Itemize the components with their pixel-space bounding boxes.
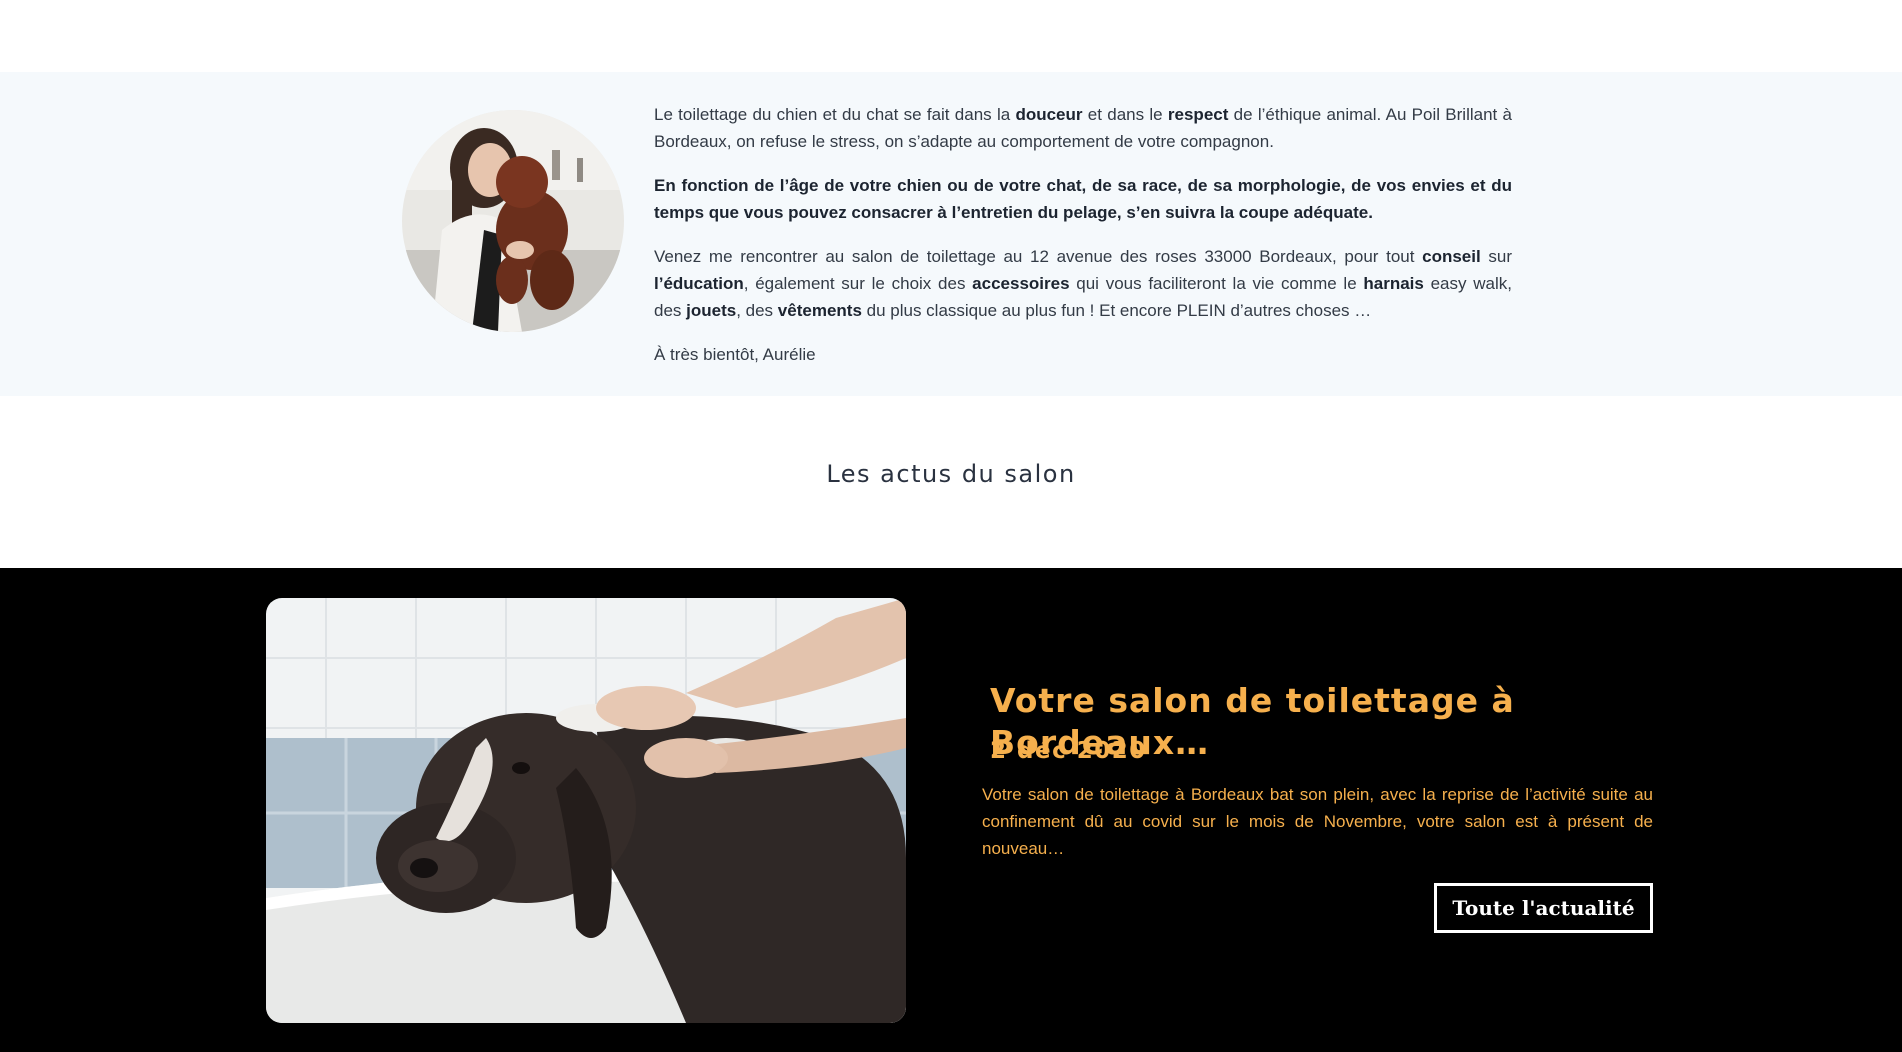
- owner-avatar-image: [402, 110, 624, 332]
- intro-paragraph-2: En fonction de l’âge de votre chien ou d…: [654, 176, 1512, 222]
- all-news-button[interactable]: Toute l'actualité: [1434, 883, 1653, 933]
- text-fragment: du plus classique au plus fun ! Et encor…: [861, 301, 1372, 320]
- text-fragment: Venez me rencontrer au salon de toiletta…: [654, 247, 1423, 266]
- news-article-image[interactable]: [266, 598, 906, 1023]
- bold-douceur: douceur: [1015, 105, 1083, 124]
- news-section: Votre salon de toilettage à Bordeaux… 2 …: [0, 568, 1902, 1052]
- bold-vetements: vêtements: [777, 301, 862, 320]
- intro-section: Le toilettage du chien et du chat se fai…: [0, 72, 1902, 396]
- bold-harnais: harnais: [1363, 274, 1424, 293]
- news-section-title: Les actus du salon: [826, 460, 1076, 488]
- text-fragment: qui vous faciliteront la vie comme le: [1069, 274, 1364, 293]
- bold-respect: respect: [1167, 105, 1229, 124]
- intro-text: Le toilettage du chien et du chat se fai…: [654, 101, 1512, 385]
- text-fragment: Le toilettage du chien et du chat se fai…: [654, 105, 1016, 124]
- bold-accessoires: accessoires: [972, 274, 1070, 293]
- text-fragment: , également sur le choix des: [743, 274, 973, 293]
- intro-signature: À très bientôt, Aurélie: [654, 345, 816, 364]
- news-article-excerpt: Votre salon de toilettage à Bordeaux bat…: [982, 785, 1653, 858]
- text-fragment: sur: [1480, 247, 1512, 266]
- intro-paragraph-1: Le toilettage du chien et du chat se fai…: [654, 101, 1512, 155]
- bold-jouets: jouets: [686, 301, 737, 320]
- text-fragment: , des: [736, 301, 778, 320]
- text-fragment: et dans le: [1082, 105, 1168, 124]
- bold-conseil: conseil: [1422, 247, 1481, 266]
- bold-education: l’éducation: [654, 274, 744, 293]
- news-article-date: 2 déc 2020: [990, 738, 1147, 764]
- intro-paragraph-3: Venez me rencontrer au salon de toiletta…: [654, 243, 1512, 324]
